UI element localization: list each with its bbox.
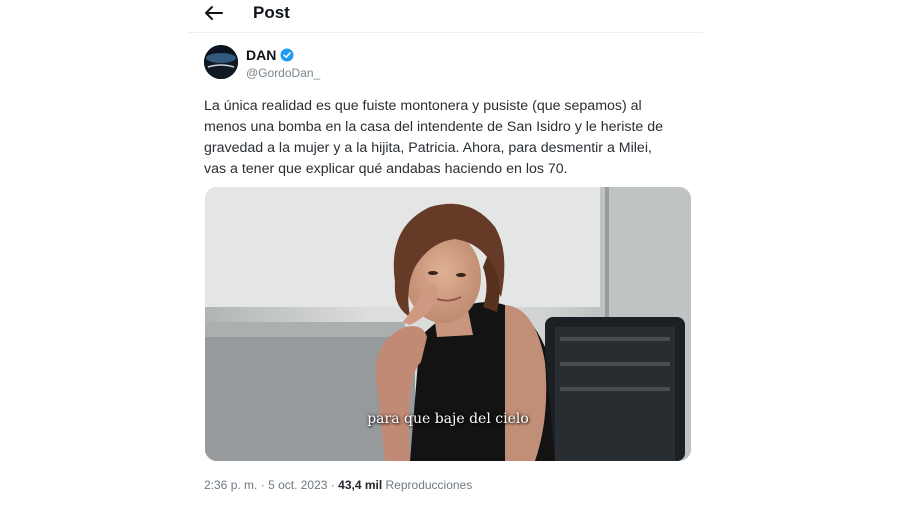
post-time[interactable]: 2:36 p. m. [204,478,257,492]
header-divider [188,32,703,33]
video-caption: para que baje del cielo [367,411,529,427]
post-date[interactable]: 5 oct. 2023 [268,478,327,492]
author-name[interactable]: DAN [246,47,294,63]
tweet-text: La única realidad es que fuiste montoner… [204,96,704,180]
tweet-line: menos una bomba en la casa del intendent… [204,119,664,135]
tweet-line: gravedad a la mujer y a la hijita, Patri… [204,140,652,156]
back-button[interactable] [202,2,226,24]
avatar[interactable] [204,45,238,79]
author-name-text: DAN [246,47,277,63]
post-page: Post DAN @GordoDan_ La única realidad es… [0,0,900,505]
tweet-line: La única realidad es que fuiste montoner… [204,98,642,114]
avatar-image [204,45,238,79]
tweet-line: vas a tener que explicar qué andabas hac… [204,161,568,177]
page-title: Post [253,3,290,22]
meta-separator: · [260,478,265,492]
views-count: 43,4 mil [338,478,383,492]
verified-badge-icon [280,48,294,62]
tweet-video[interactable]: para que baje del cielo [205,187,691,461]
views-label: Reproducciones [385,478,473,492]
meta-separator: · [330,478,335,492]
arrow-left-icon [205,6,223,20]
author-handle[interactable]: @GordoDan_ [246,66,320,80]
post-meta: 2:36 p. m. · 5 oct. 2023 · 43,4 mil Repr… [204,478,472,492]
header-bar: Post [188,0,708,30]
